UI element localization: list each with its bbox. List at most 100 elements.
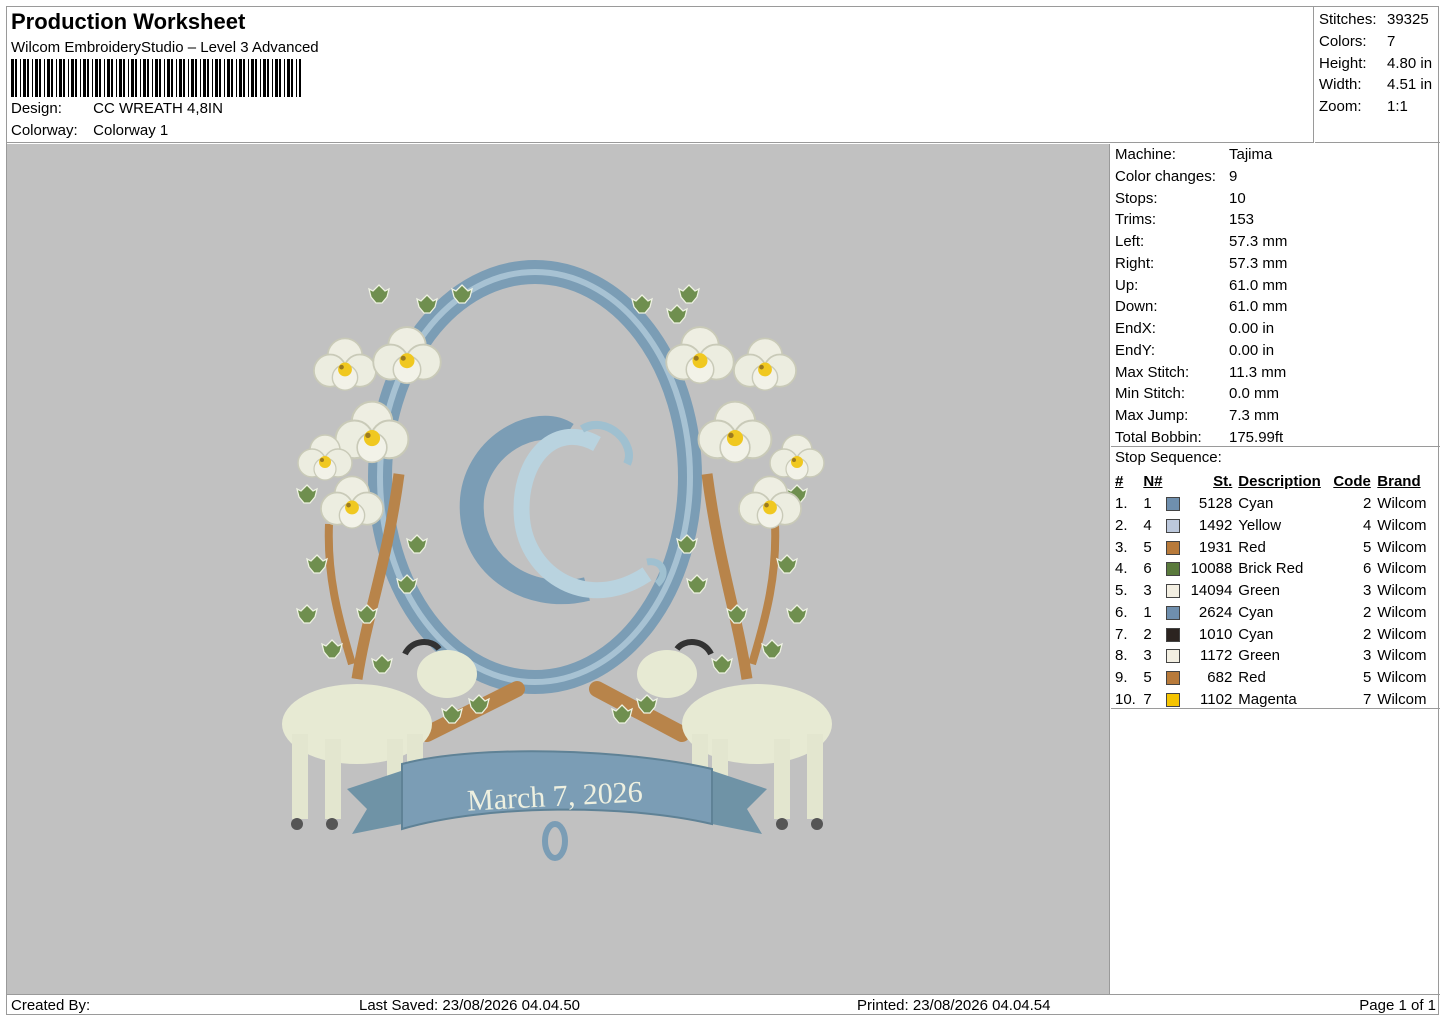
stop-index: 1. [1115,495,1128,513]
barcode-bar [291,59,293,97]
color-swatch [1165,623,1190,645]
col-code: Code [1333,473,1371,491]
info-label: Down: [1115,298,1158,316]
summary-label: Colors: [1319,32,1367,50]
barcode-bar [231,59,233,97]
stop-stitches: 1492 [1198,516,1233,534]
col-description: Description [1238,473,1321,491]
stop-row: 5. 3 14094 Green 3 Wilcom [1113,580,1438,602]
barcode-bar [236,59,237,97]
stop-brand: Wilcom [1377,690,1427,708]
summary-value: 7 [1387,32,1396,50]
info-label: Stops: [1115,189,1158,207]
stop-needle: 5 [1143,538,1152,556]
info-label: Up: [1115,276,1139,294]
barcode-bar [179,59,182,97]
stop-description: Green [1238,582,1280,600]
design-label: Design: [11,100,62,117]
info-row: Total Bobbin: 175.99ft [1115,427,1440,449]
color-swatch [1165,689,1190,711]
summary-value: 39325 [1387,11,1429,28]
info-value: 61.0 mm [1229,298,1288,316]
info-label: Min Stitch: [1115,385,1186,403]
embroidery-artwork: March 7, 2026 [282,260,832,861]
summary-label: Height: [1319,54,1367,72]
stop-stitches: 1010 [1198,625,1233,643]
summary-label: Stitches: [1319,11,1377,28]
stop-description: Cyan [1238,495,1274,513]
stop-row: 10. 7 1102 Magenta 7 Wilcom [1113,689,1438,711]
col-needle: N# [1143,473,1163,491]
stop-code: 4 [1362,516,1372,534]
color-swatch [1165,493,1190,515]
stop-needle: 2 [1143,625,1152,643]
stop-needle: 5 [1143,669,1152,687]
barcode-bar [119,59,122,97]
barcode-bar [272,59,273,97]
color-swatch [1165,645,1190,667]
stop-code: 6 [1362,560,1372,578]
barcode-bar [104,59,105,97]
barcode-bar [284,59,285,97]
colorway-row: Colorway: Colorway 1 [11,122,168,139]
stop-needle: 1 [1143,603,1152,621]
barcode-bar [83,59,86,97]
barcode-bar [143,59,146,97]
stop-needle: 3 [1143,647,1152,665]
summary-row: Zoom: 1:1 [1319,96,1440,118]
barcode-bar [155,59,158,97]
col-stitches: St. [1213,473,1233,491]
info-row: Down: 61.0 mm [1115,296,1440,318]
summary-row: Stitches: 39325 [1319,9,1440,31]
barcode [11,59,301,97]
barcode-bar [279,59,281,97]
stop-stitches: 5128 [1198,495,1233,513]
info-value: 0.00 in [1229,341,1275,359]
color-swatch [1165,558,1190,580]
info-row: EndY: 0.00 in [1115,340,1440,362]
stop-code: 2 [1362,603,1372,621]
barcode-bar [267,59,269,97]
barcode-bar [195,59,197,97]
barcode-bar [95,59,98,97]
stop-brand: Wilcom [1377,582,1427,600]
barcode-bar [171,59,173,97]
info-value: 0.00 in [1229,320,1275,337]
stop-code: 5 [1362,538,1372,556]
printed-date: Printed: 23/08/2026 04.04.54 [857,997,1051,1014]
barcode-bar [188,59,189,97]
col-index: # [1115,473,1124,491]
barcode-bar [35,59,38,97]
created-by: Created By: [11,997,91,1014]
info-value: 175.99ft [1229,428,1284,446]
stop-table-header: # N# St. Description Code Brand [1113,471,1438,493]
info-value: 61.0 mm [1229,276,1288,294]
barcode-bar [116,59,117,97]
barcode-bar [39,59,41,97]
summary-value: 1:1 [1387,98,1408,116]
stop-stitches: 10088 [1190,560,1233,578]
barcode-bar [135,59,137,97]
barcode-bar [75,59,77,97]
worksheet-header: Production Worksheet Wilcom EmbroiderySt… [7,7,1314,143]
stop-row: 7. 2 1010 Cyan 2 Wilcom [1113,623,1438,645]
info-value: 11.3 mm [1229,363,1287,381]
barcode-bar [44,59,45,97]
info-value: 7.3 mm [1229,407,1280,424]
info-row: Max Stitch: 11.3 mm [1115,362,1440,384]
barcode-bar [263,59,266,97]
machine-info: Machine: Tajima Color changes: 9 Stops: 10 Tri… [1111,144,1440,447]
info-label: Machine: [1115,146,1176,163]
stop-sequence-caption: Stop Sequence: [1115,449,1222,466]
stop-stitches: 1172 [1200,647,1233,665]
barcode-bar [212,59,213,97]
stop-row: 9. 5 682 Red 5 Wilcom [1113,667,1438,689]
info-value: 0.0 mm [1229,385,1280,403]
colorway-label: Colorway: [11,122,78,139]
barcode-bar [260,59,261,97]
summary-row: Colors: 7 [1319,31,1440,53]
barcode-bar [51,59,53,97]
stop-stitches: 682 [1207,669,1233,687]
barcode-bar [207,59,209,97]
barcode-bar [275,59,278,97]
